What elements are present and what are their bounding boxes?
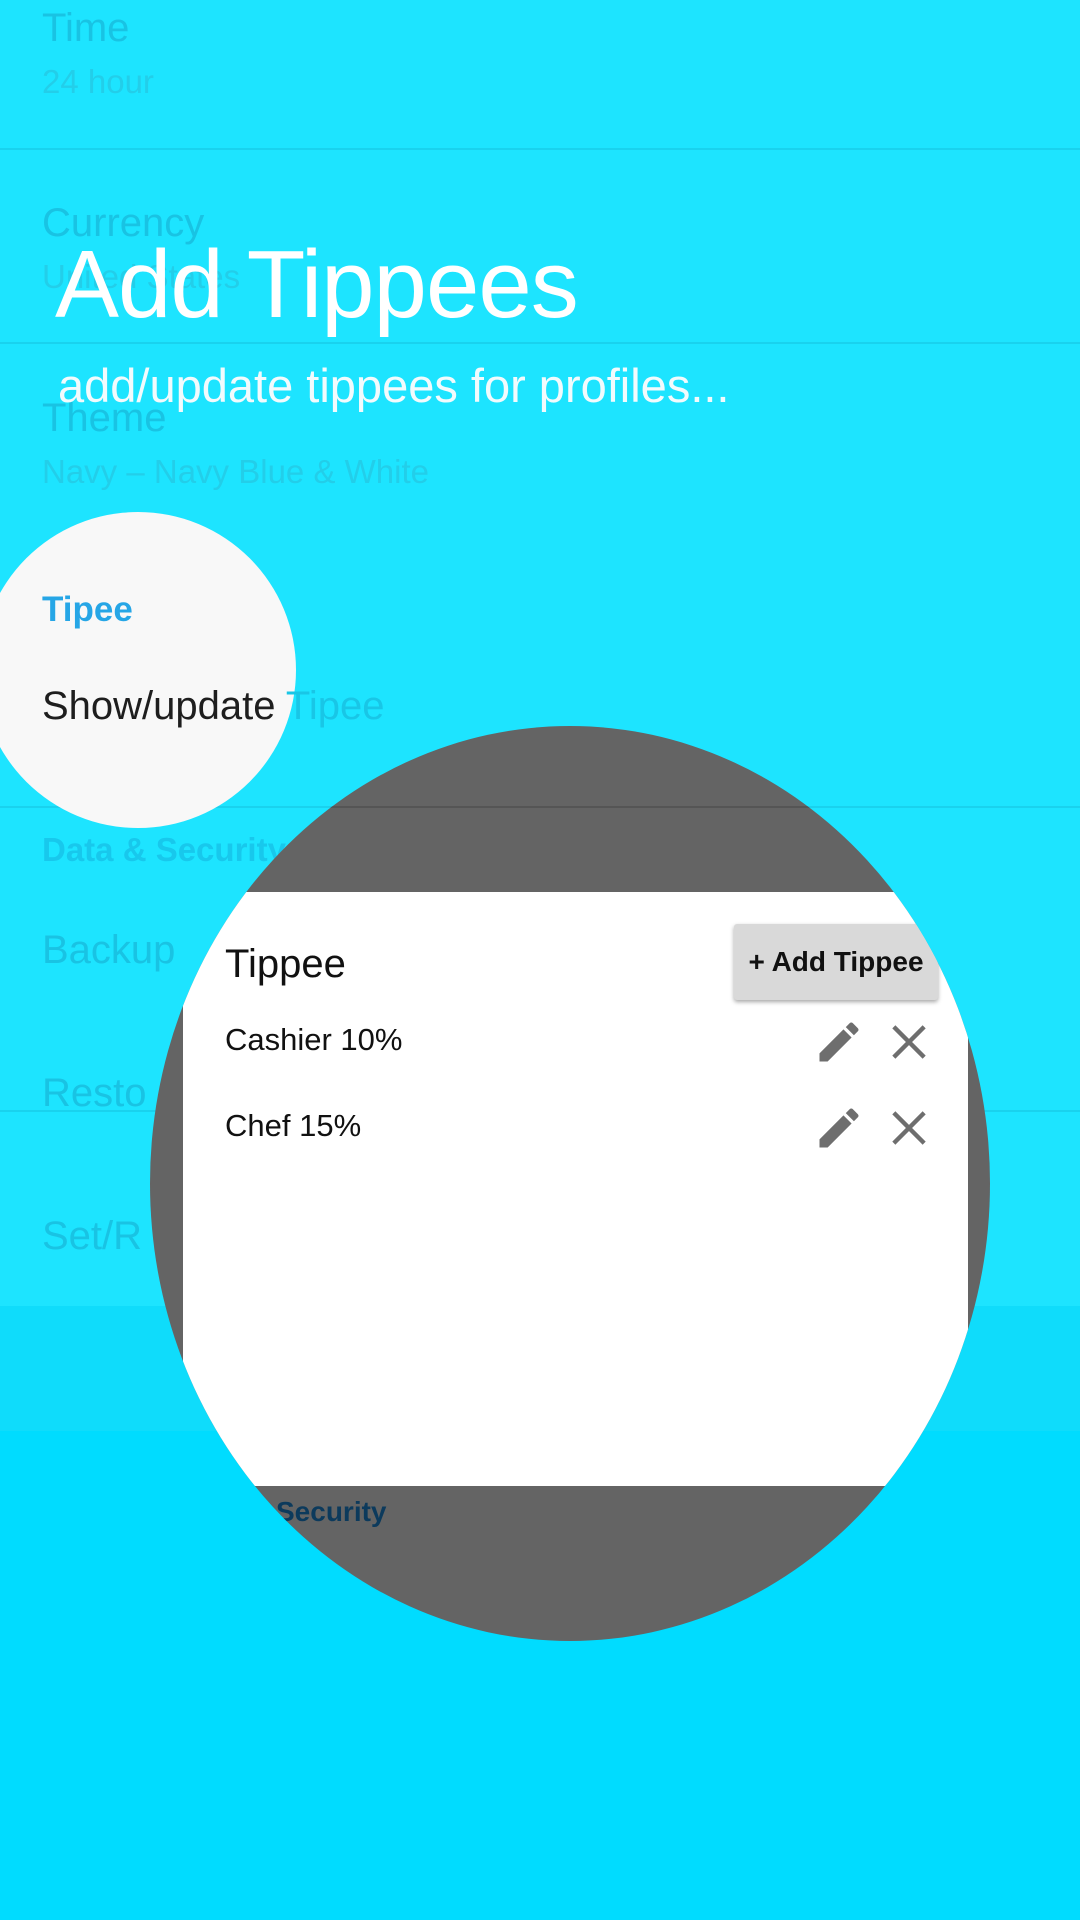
tippee-name: Cashier 10% <box>225 1022 403 1057</box>
set-reset-setting-title: Set/R <box>42 1214 143 1258</box>
data-security-section-header: Data & Security <box>42 831 286 868</box>
magnified-text-fragment: ta <box>330 1566 356 1599</box>
magnified-divider <box>150 806 990 808</box>
hero-subtitle: add/update tippees for profiles... <box>58 359 730 412</box>
divider <box>0 342 1080 344</box>
magnified-text-fragment: e <box>230 851 247 884</box>
restore-setting-title: Resto <box>42 1071 147 1115</box>
tipee-section-header: Tipee <box>42 590 133 629</box>
tippee-name: Chef 15% <box>225 1108 362 1143</box>
tippee-row[interactable]: Chef 15% <box>183 1098 968 1158</box>
divider <box>0 148 1080 150</box>
hero-title: Add Tippees <box>55 231 579 338</box>
backup-setting-title: Backup <box>42 928 176 972</box>
tippee-row[interactable]: Cashier 10% <box>183 1012 968 1072</box>
time-setting-value: 24 hour <box>42 63 154 100</box>
add-tippee-button[interactable]: + Add Tippee <box>734 924 938 1000</box>
theme-setting-value: Navy – Navy Blue & White <box>42 453 429 490</box>
tippee-dialog: Tippee + Add Tippee Cashier 10% Chef 15% <box>183 892 968 1486</box>
magnifier-circle: e & Security ta Tippee + Add Tippee Cash… <box>150 726 990 1641</box>
show-update-tipee-item[interactable]: Show/update Tipee <box>42 684 384 729</box>
close-icon[interactable] <box>883 1016 935 1068</box>
tipee-label-overflow: Tipee <box>275 684 385 728</box>
dialog-title: Tippee <box>225 942 346 986</box>
pencil-icon[interactable] <box>813 1016 865 1068</box>
time-setting-title: Time <box>42 6 130 50</box>
show-update-label: Show/update <box>42 684 276 728</box>
pencil-icon[interactable] <box>813 1102 865 1154</box>
close-icon[interactable] <box>883 1102 935 1154</box>
magnified-section-header: & Security <box>248 1496 387 1527</box>
